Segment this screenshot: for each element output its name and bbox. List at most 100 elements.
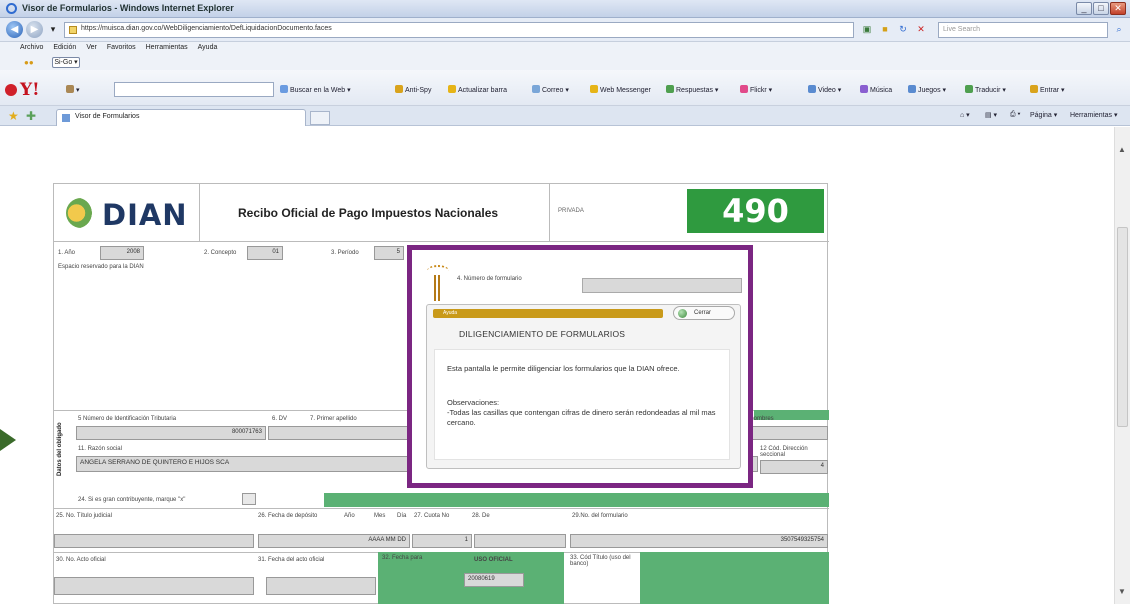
form-title: Recibo Oficial de Pago Impuestos Naciona… bbox=[238, 206, 499, 220]
de-label: 28. De bbox=[472, 513, 490, 519]
direccion-seccional-field[interactable]: 4 bbox=[760, 460, 828, 474]
dian-logo: DIAN bbox=[54, 184, 200, 242]
print-icon[interactable]: ⎙ ▾ bbox=[1010, 111, 1021, 119]
vertical-scrollbar[interactable]: ▲ ▼ bbox=[1114, 127, 1130, 604]
razon-social-label: 11. Razón social bbox=[78, 446, 122, 452]
mail-button[interactable]: Correo ▾ bbox=[532, 85, 569, 94]
favorites-star-icon[interactable]: ★ bbox=[8, 109, 19, 123]
toolbar-icons[interactable]: ●● bbox=[24, 58, 34, 67]
certificate-lock-icon[interactable]: ■ bbox=[878, 23, 892, 36]
acto-oficial-label: 30. No. Acto oficial bbox=[56, 557, 106, 563]
observaciones-title: Observaciones: bbox=[447, 398, 500, 407]
sign-in-button[interactable]: Entrar ▾ bbox=[1030, 85, 1065, 94]
fecha-deposito-field[interactable]: AAAA MM DD bbox=[258, 534, 410, 548]
nit-field[interactable]: 800071763 bbox=[76, 426, 266, 440]
close-window-button[interactable]: ✕ bbox=[1110, 2, 1126, 15]
yahoo-toolbar: Y! ▾ Buscar en la Web ▾ Anti-Spy Actuali… bbox=[0, 70, 1130, 106]
gran-contribuyente-checkbox[interactable] bbox=[242, 493, 256, 505]
tab-bar: ★ ✚ Visor de Formularios ⌂ ▾ ▤ ▾ ⎙ ▾ Pág… bbox=[0, 106, 1130, 126]
lock-icon bbox=[69, 26, 77, 34]
tools-menu[interactable]: Herramientas ▾ bbox=[1070, 111, 1117, 119]
dialog-paragraph: Esta pantalla le permite diligenciar los… bbox=[447, 364, 680, 373]
fecha-deposito-label: 26. Fecha de depósito bbox=[258, 513, 318, 519]
links-toolbar: ●● Si-Go ▾ bbox=[0, 56, 1130, 70]
page-menu[interactable]: Página ▾ bbox=[1030, 111, 1057, 119]
anio-field[interactable]: 2008 bbox=[100, 246, 144, 260]
dian-emblem-icon bbox=[66, 198, 96, 228]
yahoo-search-button[interactable]: Buscar en la Web ▾ bbox=[280, 85, 351, 94]
refresh-icon[interactable]: ↻ bbox=[896, 23, 910, 36]
back-button[interactable]: ◀ bbox=[6, 21, 23, 38]
menu-ver[interactable]: Ver bbox=[86, 44, 97, 54]
window-title: Visor de Formularios - Windows Internet … bbox=[22, 3, 234, 13]
tab-visor-formularios[interactable]: Visor de Formularios bbox=[56, 109, 306, 126]
nit-label: 5 Número de Identificación Tributaria bbox=[78, 416, 177, 422]
ie-logo-icon bbox=[6, 3, 17, 14]
no-formulario-field[interactable]: 3507549325754 bbox=[570, 534, 828, 548]
add-favorites-icon[interactable]: ✚ bbox=[26, 109, 36, 123]
acto-oficial-field[interactable] bbox=[54, 577, 254, 595]
fecha-acto-label: 31. Fecha del acto oficial bbox=[258, 557, 325, 563]
feeds-icon[interactable]: ▤ ▾ bbox=[985, 111, 997, 119]
periodo-field[interactable]: 5 bbox=[374, 246, 404, 260]
security-icon[interactable]: ▣ bbox=[860, 23, 874, 36]
close-icon bbox=[678, 309, 687, 318]
new-tab-button[interactable] bbox=[310, 111, 330, 125]
divider bbox=[54, 508, 829, 509]
menu-ayuda[interactable]: Ayuda bbox=[198, 44, 218, 54]
green-band bbox=[324, 493, 829, 507]
sigo-dropdown[interactable]: Si-Go ▾ bbox=[52, 57, 80, 68]
menu-edicion[interactable]: Edición bbox=[53, 44, 76, 54]
stop-icon[interactable]: ✕ bbox=[914, 23, 928, 36]
update-toolbar-button[interactable]: Actualizar barra bbox=[448, 85, 507, 94]
tab-label: Visor de Formularios bbox=[75, 113, 140, 120]
menu-archivo[interactable]: Archivo bbox=[20, 44, 43, 54]
minimize-button[interactable]: _ bbox=[1076, 2, 1092, 15]
titulo-judicial-label: 25. No. Título judicial bbox=[56, 513, 112, 519]
home-icon[interactable]: ⌂ ▾ bbox=[960, 111, 970, 119]
menu-herramientas[interactable]: Herramientas bbox=[146, 44, 188, 54]
answers-button[interactable]: Respuestas ▾ bbox=[666, 85, 718, 94]
scroll-up-icon[interactable]: ▲ bbox=[1118, 145, 1126, 154]
form-number: 490 bbox=[687, 189, 824, 233]
toolbar-menu-icon[interactable]: ▾ bbox=[66, 85, 80, 94]
games-button[interactable]: Juegos ▾ bbox=[908, 85, 946, 94]
periodo-label: 3. Período bbox=[331, 250, 359, 256]
expand-arrow-icon[interactable] bbox=[0, 429, 16, 451]
fecha-para-label: 32. Fecha para bbox=[382, 555, 423, 561]
fecha-acto-field[interactable] bbox=[266, 577, 376, 595]
uso-oficial-field[interactable]: 20080619 bbox=[464, 573, 524, 587]
antispy-button[interactable]: Anti-Spy bbox=[395, 85, 431, 94]
music-button[interactable]: Música bbox=[860, 85, 892, 94]
dialog-heading: DILIGENCIAMIENTO DE FORMULARIOS bbox=[459, 329, 626, 339]
forward-button[interactable]: ▶ bbox=[26, 21, 43, 38]
flickr-button[interactable]: Flickr ▾ bbox=[740, 85, 772, 94]
de-field[interactable] bbox=[474, 534, 566, 548]
scroll-thumb[interactable] bbox=[1117, 227, 1128, 427]
close-label: Cerrar bbox=[694, 310, 712, 316]
url-input[interactable]: https://muisca.dian.gov.co/WebDiligencia… bbox=[64, 22, 854, 38]
concepto-field[interactable]: 01 bbox=[247, 246, 283, 260]
live-search-input[interactable]: Live Search bbox=[938, 22, 1108, 38]
titulo-judicial-field[interactable] bbox=[54, 534, 254, 548]
menu-favoritos[interactable]: Favoritos bbox=[107, 44, 136, 54]
observaciones-text: -Todas las casillas que contengan cifras… bbox=[447, 408, 716, 427]
search-icon[interactable]: ⌕ bbox=[1112, 23, 1126, 36]
toolbar-stop-icon[interactable] bbox=[5, 84, 17, 96]
yahoo-logo[interactable]: Y! bbox=[20, 80, 40, 100]
menu-bar: Archivo Edición Ver Favoritos Herramient… bbox=[0, 42, 1130, 56]
maximize-button[interactable]: □ bbox=[1093, 2, 1109, 15]
gran-contribuyente-label: 24. Si es gran contribuyente, marque "x" bbox=[78, 497, 186, 503]
yahoo-search-input[interactable] bbox=[114, 82, 274, 97]
dropdown-arrow-icon[interactable]: ▾ bbox=[46, 23, 60, 36]
close-dialog-button[interactable]: Cerrar bbox=[673, 306, 735, 320]
no-formulario-label: 29.No. del formulario bbox=[572, 513, 628, 519]
cod-titulo-area bbox=[640, 552, 829, 604]
messenger-button[interactable]: Web Messenger bbox=[590, 85, 651, 94]
cuota-field[interactable]: 1 bbox=[412, 534, 472, 548]
video-button[interactable]: Video ▾ bbox=[808, 85, 841, 94]
apellido-field[interactable] bbox=[268, 426, 408, 440]
scroll-down-icon[interactable]: ▼ bbox=[1118, 587, 1126, 596]
numero-formulario-field[interactable] bbox=[582, 278, 742, 293]
translate-button[interactable]: Traducir ▾ bbox=[965, 85, 1006, 94]
